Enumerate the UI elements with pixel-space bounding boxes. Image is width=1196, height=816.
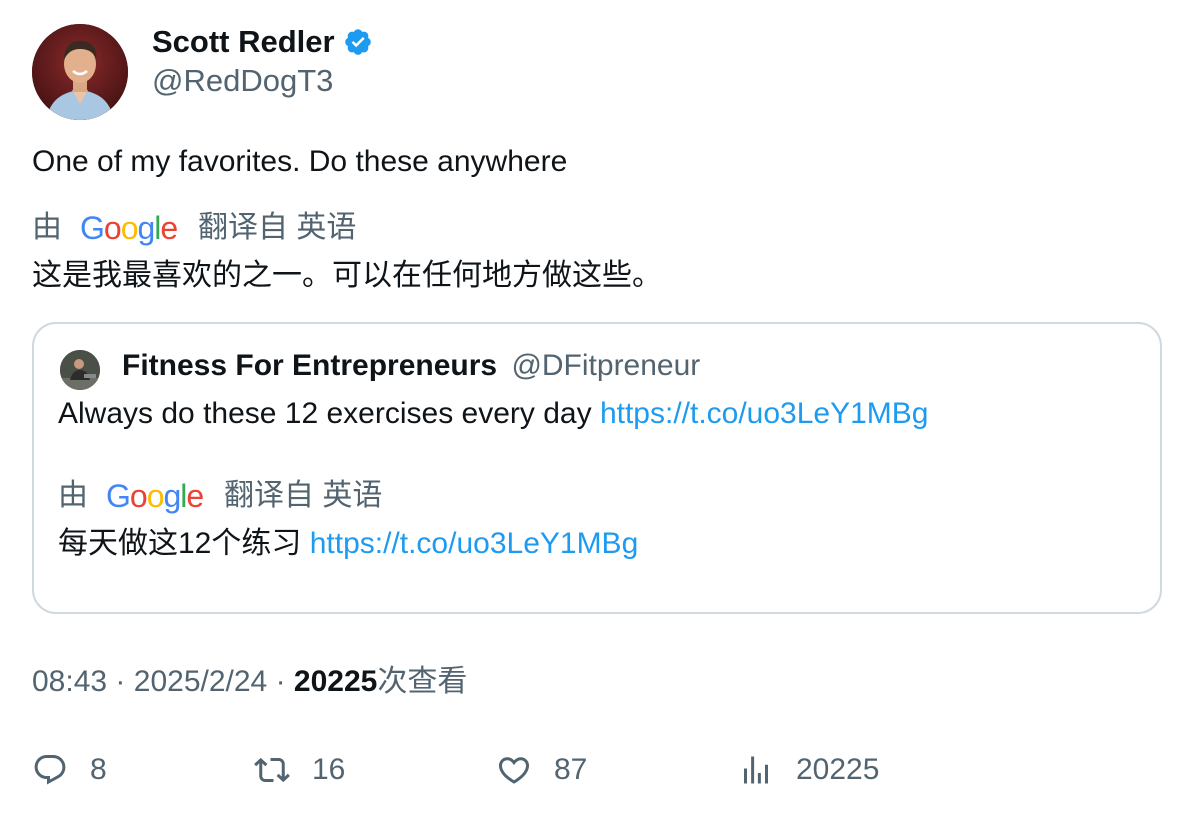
views-label: 次查看 (377, 665, 468, 698)
quote-link[interactable]: https://t.co/uo3LeY1MBg (600, 397, 929, 430)
meta-separator: · (275, 665, 286, 698)
meta-separator: · (115, 665, 126, 698)
like-button[interactable]: 87 (496, 748, 587, 792)
reply-count: 8 (90, 753, 107, 786)
quote-translated-body: 每天做这12个练习 (58, 527, 302, 560)
heart-icon (498, 757, 530, 784)
translated-tweet-text: 这是我最喜欢的之一。可以在任何地方做这些。 (32, 259, 662, 292)
svg-text:Google: Google (80, 210, 177, 246)
author-handle[interactable]: @RedDogT3 (152, 62, 333, 100)
quote-header: Fitness For Entrepreneurs @DFitpreneur (122, 346, 700, 386)
tweet-time[interactable]: 08:43 (32, 665, 107, 698)
reply-button[interactable]: 8 (32, 748, 107, 792)
quote-translated-text: 每天做这12个练习 https://t.co/uo3LeY1MBg (58, 524, 638, 564)
tweet-text: One of my favorites. Do these anywhere (32, 145, 568, 178)
retweet-count: 16 (312, 753, 346, 786)
author-avatar[interactable] (32, 24, 128, 120)
tweet-date[interactable]: 2025/2/24 (134, 665, 267, 698)
svg-text:Google: Google (106, 478, 203, 514)
retweet-button[interactable]: 16 (254, 748, 345, 792)
quote-author-avatar[interactable] (60, 350, 100, 390)
quote-author-name[interactable]: Fitness For Entrepreneurs (122, 349, 497, 382)
author-display-name[interactable]: Scott Redler (152, 22, 335, 62)
views-total: 20225 (796, 753, 880, 786)
quote-translated-by-label: 由 (58, 479, 88, 512)
google-logo[interactable]: Google (106, 476, 204, 516)
quote-text-body: Always do these 12 exercises every day (58, 397, 592, 430)
translation-attribution: 由 Google 翻译自 英语 (32, 208, 356, 248)
quote-author-handle[interactable]: @DFitpreneur (511, 349, 700, 382)
translated-by-label: 由 (32, 211, 62, 244)
tweet-meta: 08:43 · 2025/2/24 · 20225次查看 (32, 662, 467, 702)
verified-badge-icon (343, 27, 373, 57)
quote-translation-attribution: 由 Google 翻译自 英语 (58, 476, 382, 516)
quote-translated-link[interactable]: https://t.co/uo3LeY1MBg (310, 527, 639, 560)
quote-text: Always do these 12 exercises every day h… (58, 394, 929, 434)
quoted-tweet-card[interactable]: Fitness For Entrepreneurs @DFitpreneur A… (32, 322, 1162, 614)
reply-icon (34, 755, 66, 785)
views-button[interactable]: 20225 (738, 748, 879, 792)
views-count: 20225 (293, 665, 378, 698)
google-logo[interactable]: Google (80, 208, 178, 248)
quote-translated-from-label[interactable]: 翻译自 英语 (224, 476, 382, 516)
translated-from-label[interactable]: 翻译自 英语 (198, 208, 356, 248)
author-name-row[interactable]: Scott Redler (152, 22, 373, 62)
views-chart-icon (744, 756, 768, 784)
retweet-icon (254, 757, 290, 783)
like-count: 87 (554, 753, 588, 786)
